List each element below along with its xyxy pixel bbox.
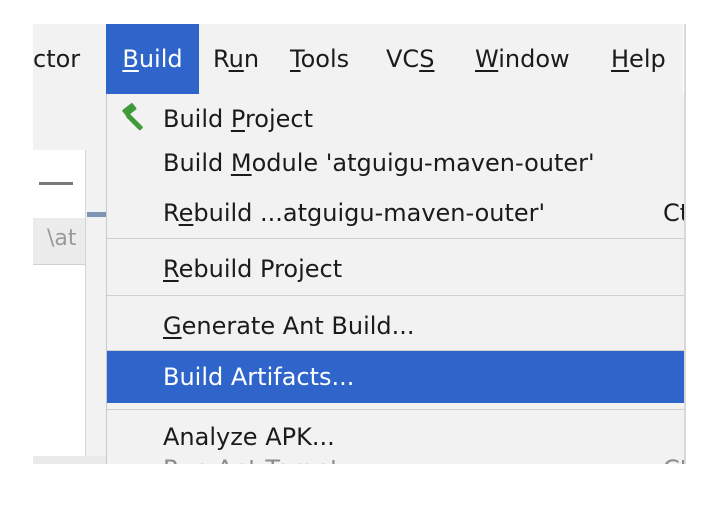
label-pre: R <box>163 199 179 227</box>
menu-item-shortcut: Ctr <box>663 444 685 464</box>
menu-item-label: Build Artifacts... <box>163 351 354 403</box>
menu-mnemonic: W <box>475 45 499 73</box>
menu-item-label: Generate Ant Build... <box>163 301 415 351</box>
menu-separator <box>107 238 685 239</box>
menu-vcs[interactable]: VCS <box>386 24 456 94</box>
menu-item-build-project[interactable]: Build Project <box>107 94 685 144</box>
menu-label-post: uild <box>138 45 183 73</box>
menu-mnemonic: H <box>611 45 630 73</box>
menu-label-post: ctor <box>33 45 81 73</box>
menu-item-build-module[interactable]: Build Module 'atguigu-maven-outer' <box>107 138 685 188</box>
menu-mnemonic: T <box>290 45 301 73</box>
minimize-icon[interactable] <box>39 182 73 185</box>
ide-window: ctor Build Run Tools VCS Window Help \at <box>0 0 716 516</box>
label-post: build ...atguigu-maven-outer' <box>193 199 546 227</box>
label-post: roject <box>244 105 313 133</box>
menu-mnemonic: S <box>419 45 435 73</box>
menu-item-label: Run Ant Target <box>163 444 340 464</box>
label-pre: Build <box>163 105 231 133</box>
menu-label-pre: VC <box>386 45 420 73</box>
menu-label-post: n <box>243 45 260 73</box>
tab-indicator <box>87 212 106 217</box>
label-mnemonic: R <box>163 255 179 283</box>
label-post: enerate Ant Build... <box>181 312 415 340</box>
label-pre: Run Ant Target <box>163 455 340 464</box>
build-menu-dropdown: Build Project Build Module 'atguigu-mave… <box>106 94 685 464</box>
menu-label-post: elp <box>629 45 666 73</box>
menu-run[interactable]: Run <box>213 24 273 94</box>
label-pre: Build <box>163 149 231 177</box>
menu-item-build-artifacts[interactable]: Build Artifacts... <box>107 351 685 403</box>
menu-item-rebuild-module[interactable]: Rebuild ...atguigu-maven-outer' Ct <box>107 188 685 238</box>
menu-tools[interactable]: Tools <box>290 24 370 94</box>
menu-separator <box>107 409 685 410</box>
menu-item-shortcut: Ct <box>663 199 685 227</box>
menu-refactor[interactable]: ctor <box>33 24 115 94</box>
menu-build[interactable]: Build <box>106 24 199 94</box>
menu-window[interactable]: Window <box>475 24 585 94</box>
label-mnemonic: P <box>230 105 245 133</box>
menu-mnemonic: B <box>122 45 139 73</box>
menu-item-generate-ant-build[interactable]: Generate Ant Build... <box>107 301 685 351</box>
background-tool-window: \at <box>33 94 106 464</box>
menu-item-rebuild-project[interactable]: Rebuild Project <box>107 244 685 294</box>
menu-mnemonic: u <box>228 45 244 73</box>
menu-help[interactable]: Help <box>611 24 681 94</box>
panel-bottom-edge <box>33 456 106 464</box>
menu-item-label: Rebuild ...atguigu-maven-outer' <box>163 188 545 238</box>
menu-item-run-ant-target: Run Ant Target Ctr <box>107 444 685 464</box>
project-panel <box>33 150 86 464</box>
label-post: ebuild Project <box>178 255 343 283</box>
menu-label-post: ools <box>300 45 350 73</box>
label-mnemonic: G <box>163 312 182 340</box>
menu-item-label: Rebuild Project <box>163 244 342 294</box>
window-right-edge <box>684 24 686 464</box>
label-pre: Build Artifacts... <box>163 363 355 391</box>
hammer-icon <box>122 103 143 131</box>
menu-label-post: indow <box>498 45 570 73</box>
menu-label-pre: R <box>213 45 229 73</box>
menu-separator <box>107 295 685 296</box>
menu-item-label: Build Module 'atguigu-maven-outer' <box>163 138 595 188</box>
label-mnemonic: e <box>178 199 194 227</box>
menu-item-label: Build Project <box>163 94 313 144</box>
path-fragment: \at <box>47 226 77 251</box>
menu-bar: ctor Build Run Tools VCS Window Help <box>33 24 683 94</box>
label-mnemonic: M <box>230 149 252 177</box>
label-post: odule 'atguigu-maven-outer' <box>251 149 595 177</box>
